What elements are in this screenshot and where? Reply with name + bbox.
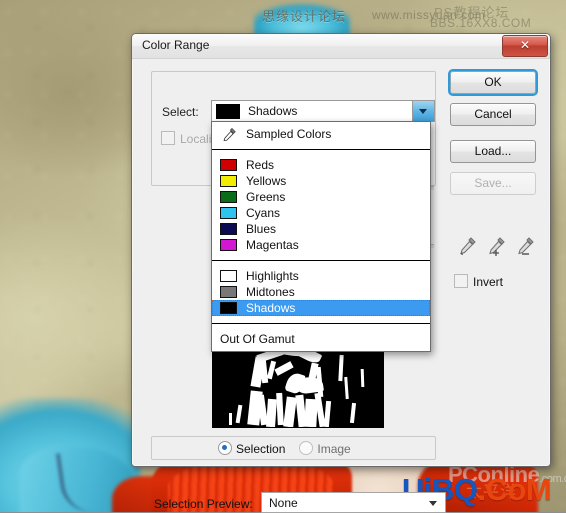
color-swatch-magentas <box>220 239 237 251</box>
load-button[interactable]: Load... <box>450 140 536 163</box>
dropdown-item-highlights[interactable]: Highlights <box>212 268 430 284</box>
dropdown-separator <box>212 149 430 150</box>
radio-image-label: Image <box>317 442 351 456</box>
dropdown-item-cyans[interactable]: Cyans <box>212 205 430 221</box>
select-combobox[interactable]: Shadows <box>211 100 435 122</box>
save-button: Save... <box>450 172 536 195</box>
dropdown-item-label: Magentas <box>246 238 299 252</box>
invert-checkbox[interactable] <box>454 274 468 288</box>
eyedropper-icon[interactable] <box>456 235 478 259</box>
invert-row[interactable]: Invert <box>454 274 503 289</box>
dropdown-item-label: Shadows <box>246 301 296 315</box>
dropdown-item-sampled-colors[interactable]: Sampled Colors <box>212 126 430 142</box>
ok-button[interactable]: OK <box>448 69 538 96</box>
preview-mode-radiogroup[interactable]: Selection Image <box>218 441 351 456</box>
dialog-titlebar[interactable]: Color Range ✕ <box>132 34 550 59</box>
dropdown-item-label: Yellows <box>246 174 287 188</box>
chevron-down-icon[interactable] <box>429 501 437 506</box>
color-swatch-highlights <box>220 270 237 282</box>
eyedropper-icon <box>220 127 238 142</box>
dropdown-item-greens[interactable]: Greens <box>212 189 430 205</box>
color-swatch-reds <box>220 159 237 171</box>
dropdown-item-label: Blues <box>246 222 277 236</box>
radio-image[interactable] <box>299 441 314 455</box>
dropdown-item-midtones[interactable]: Midtones <box>212 284 430 300</box>
dropdown-item-label: Cyans <box>246 206 281 220</box>
dropdown-item-reds[interactable]: Reds <box>212 157 430 173</box>
dialog-button-column: OK Cancel Load... Save... <box>448 69 538 204</box>
color-swatch-yellows <box>220 175 237 187</box>
dropdown-item-label: Sampled Colors <box>246 127 332 141</box>
dropdown-item-shadows[interactable]: Shadows <box>212 300 430 316</box>
dialog-title: Color Range <box>142 38 210 52</box>
localized-color-clusters-checkbox[interactable] <box>161 131 175 145</box>
invert-label: Invert <box>473 275 504 289</box>
color-swatch-cyans <box>220 207 237 219</box>
dropdown-item-label: Greens <box>246 190 286 204</box>
chevron-down-icon[interactable] <box>412 101 434 121</box>
dropdown-item-out-of-gamut[interactable]: Out Of Gamut <box>212 331 430 347</box>
dropdown-item-label: Out Of Gamut <box>220 332 295 346</box>
eyedropper-subtract-icon[interactable] <box>514 235 536 259</box>
color-swatch-blues <box>220 223 237 235</box>
select-dropdown-list[interactable]: Sampled Colors Reds Yellows Greens Cyans <box>211 121 431 352</box>
color-swatch-greens <box>220 191 237 203</box>
dropdown-item-yellows[interactable]: Yellows <box>212 173 430 189</box>
select-value: Shadows <box>248 104 298 118</box>
dropdown-item-label: Reds <box>246 158 275 172</box>
eyedropper-toolgroup <box>454 235 540 261</box>
eyedropper-add-icon[interactable] <box>485 235 507 259</box>
selection-preview-thumbnail[interactable] <box>212 346 384 428</box>
dropdown-item-blues[interactable]: Blues <box>212 221 430 237</box>
color-range-dialog: Color Range ✕ Select: Shadows Localized … <box>131 33 551 513</box>
selection-preview-value: None <box>269 496 298 510</box>
color-swatch-shadows <box>220 302 237 314</box>
dropdown-item-magentas[interactable]: Magentas <box>212 237 430 253</box>
dropdown-separator <box>212 323 430 324</box>
dropdown-item-label: Midtones <box>246 285 295 299</box>
cancel-button[interactable]: Cancel <box>450 103 536 126</box>
select-label: Select: <box>162 105 199 119</box>
selection-preview-combobox[interactable]: None <box>261 492 446 513</box>
color-swatch-midtones <box>220 286 237 298</box>
radio-selection-label: Selection <box>236 442 286 456</box>
dropdown-separator <box>212 260 430 261</box>
dialog-body: Select: Shadows Localized Color Clusters… <box>132 59 550 513</box>
selection-preview-label: Selection Preview: <box>154 497 253 511</box>
select-swatch <box>216 104 240 119</box>
dropdown-item-label: Highlights <box>246 269 299 283</box>
photo-sleeve-top <box>254 0 350 36</box>
close-icon[interactable]: ✕ <box>502 35 548 57</box>
radio-selection[interactable] <box>218 441 232 455</box>
